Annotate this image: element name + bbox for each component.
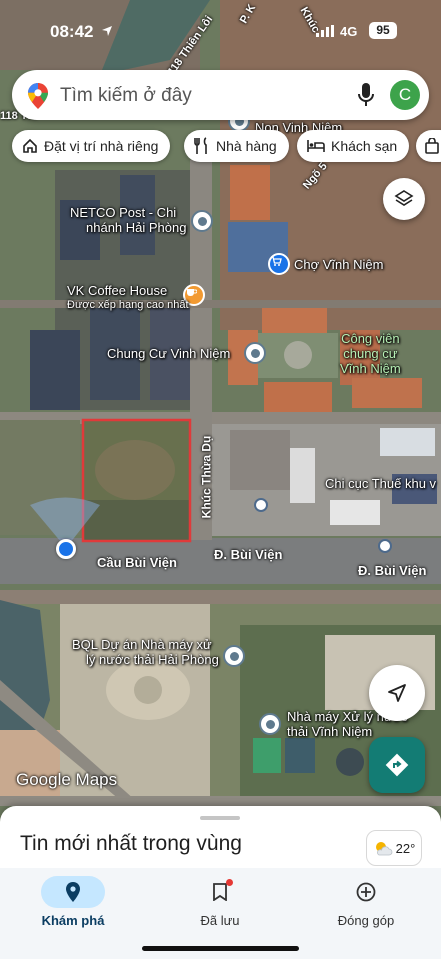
tab-contribute-label: Đóng góp (337, 913, 395, 928)
chip-restaurant-label: Nhà hàng (216, 138, 277, 154)
road-label-bui-vien-2: Đ. Bùi Viện (214, 547, 283, 562)
layers-button[interactable] (383, 178, 425, 220)
network-type: 4G (340, 24, 358, 39)
my-location-button[interactable] (369, 665, 425, 721)
tab-explore[interactable]: Khám phá (18, 876, 128, 928)
label-park-line3: Vĩnh Niệm (340, 361, 401, 376)
bus-stop-icon[interactable] (254, 498, 268, 512)
weather-badge[interactable]: 22° (366, 830, 422, 866)
tab-saved[interactable]: Đã lưu (165, 876, 275, 928)
chung-cu-pin-icon[interactable] (244, 342, 266, 364)
label-vk-coffee[interactable]: VK Coffee House Được xếp hạng cao nhất (67, 283, 189, 313)
label-cho[interactable]: Chợ Vĩnh Niệm (294, 257, 383, 272)
location-arrow-icon (102, 26, 112, 36)
layers-icon (394, 190, 414, 206)
directions-button[interactable] (369, 737, 425, 793)
netco-pin-icon[interactable] (191, 210, 213, 232)
chip-home[interactable]: Đặt vị trí nhà riêng (12, 130, 171, 162)
chip-home-label: Đặt vị trí nhà riêng (44, 138, 159, 154)
search-input[interactable]: Tìm kiếm ở đây (60, 85, 192, 107)
search-bar[interactable]: Tìm kiếm ở đây C (12, 70, 429, 120)
label-park[interactable]: Công viên chung cư Vĩnh Niệm (340, 331, 401, 376)
mic-icon[interactable] (358, 83, 374, 107)
weather-sun-cloud-icon (375, 842, 392, 856)
chip-hotel[interactable]: Khách sạn (297, 130, 410, 162)
home-icon (23, 138, 37, 153)
restaurant-icon (194, 137, 207, 154)
shopping-bag-icon (425, 138, 439, 154)
notification-dot (226, 879, 233, 886)
label-bql-line1: BQL Dự án Nhà máy xử (72, 637, 212, 652)
weather-temp: 22° (395, 840, 416, 856)
label-park-line1: Công viên (341, 331, 400, 346)
home-indicator[interactable] (142, 946, 299, 951)
sheet-title: Tin mới nhất trong vùng (20, 832, 242, 855)
status-time: 08:42 (50, 22, 94, 41)
google-maps-logo: Google Maps (16, 770, 118, 789)
label-bql-line2: lý nước thải Hải Phòng (86, 652, 219, 667)
navigation-arrow-icon (388, 684, 406, 702)
label-bql[interactable]: BQL Dự án Nhà máy xử lý nước thải Hải Ph… (72, 637, 219, 667)
bus-stop-icon[interactable] (378, 539, 392, 553)
tab-explore-label: Khám phá (41, 913, 105, 928)
road-label-bui-vien-3: Đ. Bùi Viện (358, 563, 427, 578)
my-location-dot (56, 539, 76, 559)
directions-icon (385, 753, 409, 777)
chip-more[interactable] (416, 130, 441, 162)
label-park-line2: chung cư (343, 346, 398, 361)
signal-icon (316, 25, 334, 37)
explore-pin-icon (66, 882, 80, 902)
label-netco-line2: nhánh Hải Phòng (86, 220, 187, 235)
label-netco-line1: NETCO Post - Chi (70, 205, 177, 220)
tab-contribute-pill (334, 876, 398, 908)
road-label-cau-bui-vien: Cầu Bùi Viện (97, 555, 177, 570)
add-circle-icon (356, 882, 376, 902)
bql-pin-icon[interactable] (223, 645, 245, 667)
label-chi-cuc[interactable]: Chi cục Thuế khu v (325, 476, 436, 491)
bookmark-icon (213, 883, 227, 901)
tab-explore-pill (41, 876, 105, 908)
chip-restaurant[interactable]: Nhà hàng (184, 130, 289, 162)
label-chung-cu[interactable]: Chung Cư Vinh Niệm (107, 346, 230, 361)
sheet-drag-handle[interactable] (200, 816, 240, 820)
battery-level: 95 (376, 23, 390, 37)
nha-may-pin-icon[interactable] (259, 713, 281, 735)
market-pin-icon[interactable] (268, 253, 290, 275)
google-maps-pin-icon (28, 83, 48, 109)
chip-hotel-label: Khách sạn (331, 138, 398, 154)
battery-icon: 95 (369, 22, 397, 39)
status-bar: 08:42 4G 95 (0, 0, 441, 60)
tab-contribute[interactable]: Đóng góp (311, 876, 421, 928)
hotel-icon (307, 140, 325, 152)
road-label-khuc-thua-du: Khúc Thừa Dụ (199, 435, 214, 519)
tab-saved-label: Đã lưu (200, 913, 240, 928)
tab-saved-pill (188, 876, 252, 908)
label-netco[interactable]: NETCO Post - Chi nhánh Hải Phòng (70, 205, 186, 235)
avatar[interactable]: C (390, 80, 420, 110)
label-vk-coffee-sub: Được xếp hạng cao nhất (67, 299, 189, 311)
label-vk-coffee-name: VK Coffee House (67, 283, 168, 298)
